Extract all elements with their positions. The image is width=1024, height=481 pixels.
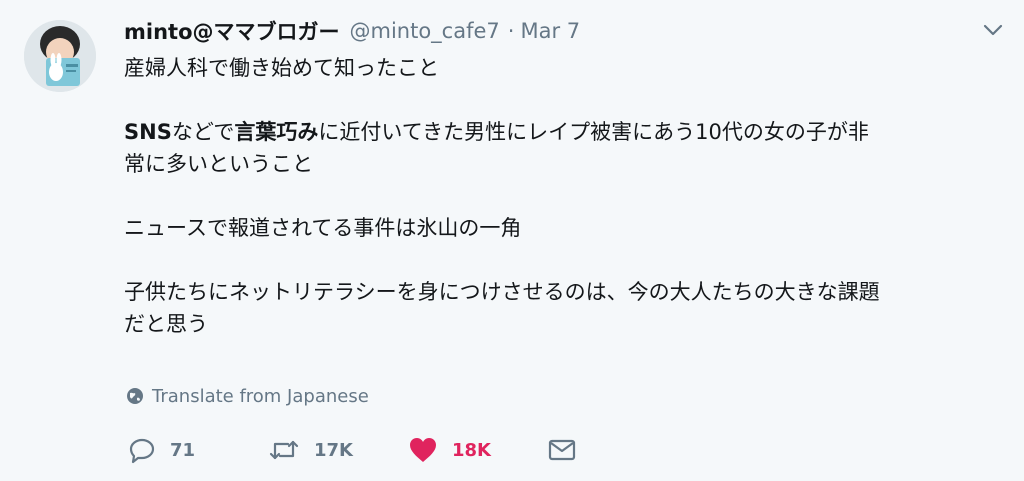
avatar-image — [24, 20, 96, 92]
tweet-line: 常に多いということ — [124, 152, 313, 176]
tweet-actions: 71 17K 18K — [128, 434, 576, 466]
user-handle[interactable]: @minto_cafe7 — [350, 19, 500, 43]
tweet-text: 産婦人科で働き始めて知ったこと SNSなどで言葉巧みに近付いてきた男性にレイプ被… — [124, 52, 984, 340]
tweet-header: minto@ママブロガー @minto_cafe7 · Mar 7 — [124, 14, 964, 48]
retweet-button[interactable]: 17K — [268, 434, 408, 466]
reply-count: 71 — [170, 439, 196, 461]
tweet-line: SNSなどで言葉巧みに近付いてきた男性にレイプ被害にあう10代の女の子が非 — [124, 116, 984, 148]
reply-button[interactable]: 71 — [128, 434, 268, 466]
tweet-text-span: などで — [171, 120, 235, 144]
retweet-count: 17K — [314, 439, 353, 461]
translate-link[interactable]: Translate from Japanese — [126, 383, 369, 409]
display-name[interactable]: minto@ママブロガー — [124, 16, 340, 46]
like-count: 18K — [452, 439, 491, 461]
bold-text: 言葉巧み — [234, 120, 319, 144]
bold-text: SNS — [124, 120, 172, 144]
dot-separator: · — [507, 19, 515, 43]
tweet-line: ニュースで報道されてる事件は氷山の一角 — [124, 216, 522, 240]
chevron-down-icon[interactable] — [982, 22, 1004, 38]
tweet-line: 産婦人科で働き始めて知ったこと — [124, 56, 439, 80]
like-button[interactable]: 18K — [408, 434, 548, 466]
tweet-date[interactable]: Mar 7 — [520, 19, 580, 43]
heart-icon — [410, 438, 436, 462]
avatar[interactable] — [24, 20, 96, 92]
envelope-icon — [548, 439, 576, 461]
tweet-line: 子供たちにネットリテラシーを身につけさせるのは、今の大人たちの大きな課題 — [124, 280, 880, 304]
reply-icon — [129, 438, 155, 464]
direct-message-button[interactable] — [548, 434, 576, 466]
retweet-icon — [269, 440, 299, 460]
translate-label: Translate from Japanese — [152, 385, 369, 407]
tweet-line: だと思う — [124, 312, 208, 336]
tweet-text-span: に近付いてきた男性にレイプ被害にあう10代の女の子が非 — [318, 120, 869, 144]
globe-icon — [127, 388, 143, 404]
